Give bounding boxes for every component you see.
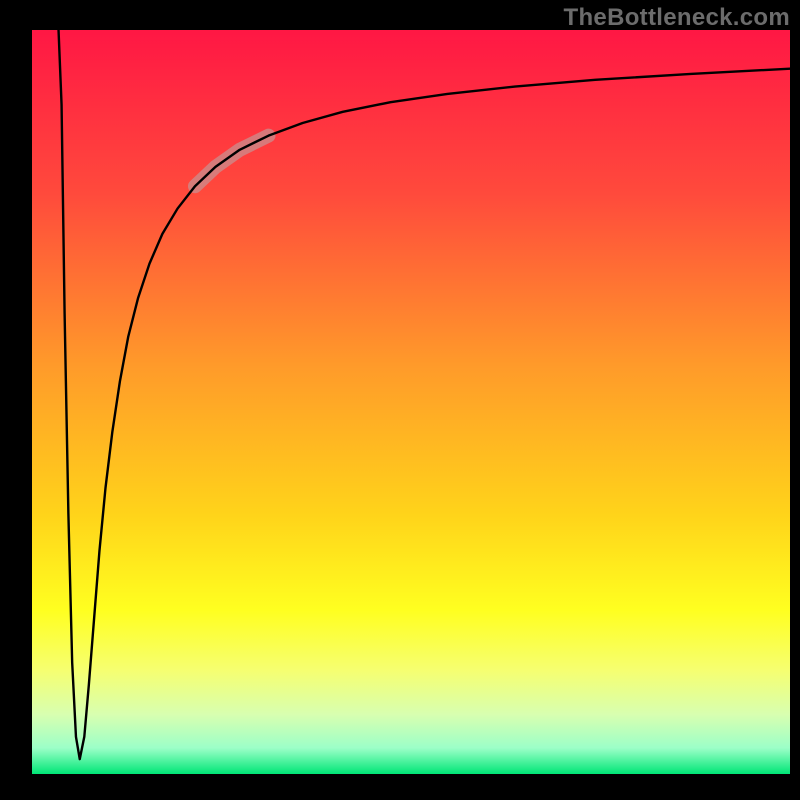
plot-background <box>32 30 790 774</box>
chart-svg <box>0 0 800 800</box>
bottleneck-chart: TheBottleneck.com <box>0 0 800 800</box>
